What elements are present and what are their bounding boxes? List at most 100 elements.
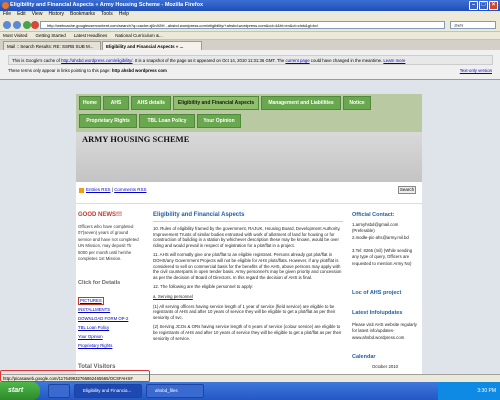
loc-ahs-title: Loc of AHS project [352,290,402,296]
taskbar: start Eligibility and Financia... ahsbd_… [0,382,500,400]
bookmark-national-curriculum[interactable]: National Curriculum &... [115,32,163,39]
nav-ahs-details[interactable]: AHS details [131,96,171,110]
cache-terms-label: These terms only appear in links pointin… [8,68,112,73]
status-highlight [0,370,150,382]
site-title: ARMY HOUSING SCHEME [82,134,190,144]
site-search-button[interactable]: Search [398,186,416,194]
site-navigation: Home AHS AHS details Eligibility and Fin… [76,94,422,132]
firefox-icon [2,2,9,9]
url-text: http://webcache.googleusercontent.com/se… [47,23,318,28]
article-body: 10. Rules of eligibility framed by the g… [153,226,345,345]
details-links: PICTURES INSTALLMENTS DOWNLOAD FORM OP-2… [78,296,144,350]
window-titlebar: Eligibility and Financial Aspects « Army… [0,0,500,11]
contact-email-2: 2.modłe-pic-ahs@army.mil.bd [352,235,409,240]
cache-notice: This is Google's cache of http://ahsbd.w… [8,55,493,65]
entries-rss-link[interactable]: Entries RSS [86,187,111,192]
back-icon[interactable] [3,21,11,29]
contact-phone: 3.Tel: 8266 (mil) (While sending any typ… [352,248,413,266]
menu-bookmarks[interactable]: Bookmarks [70,11,95,18]
page-viewport: Home AHS AHS details Eligibility and Fin… [0,80,500,374]
click-for-details-title: Click for Details [78,280,121,286]
calendar-month: October 2010 [371,364,399,369]
google-cache-header: This is Google's cache of http://ahsbd.w… [0,50,500,80]
navigation-toolbar: http://webcache.googleusercontent.com/se… [0,18,500,32]
tbl-loan-policy-link[interactable]: TBL Loan Policy [78,325,109,330]
page-heading: Eligibility and Financial Aspects [153,212,245,218]
text-only-link[interactable]: Text-only version [460,67,492,75]
system-tray: 3:30 PM [438,382,500,400]
nav-eligibility[interactable]: Eligibility and Financial Aspects [173,96,259,110]
tab-eligibility[interactable]: Eligibility and Financial Aspects « ... [102,41,202,50]
search-text: প্রভাষ [454,23,464,28]
latest-updates-title: Latest Info/updates [352,310,403,316]
good-news-text: Officers who have completed 07(seven) ye… [78,224,139,262]
minimize-button[interactable]: – [469,1,478,10]
search-box[interactable]: প্রভাষ [450,21,496,29]
latest-updates-text: Please visit AHS website regularly for l… [352,322,417,340]
menu-view[interactable]: View [32,11,43,18]
paragraph-10: 10. Rules of eligibility framed by the g… [153,226,341,248]
bookmarks-toolbar: Most Visited Getting Started Latest Head… [0,32,500,40]
paragraph-11: 11. AHS will normally give one plot/flat… [153,252,342,280]
address-bar[interactable]: http://webcache.googleusercontent.com/se… [40,21,445,29]
comments-rss-link[interactable]: Comments RSS [114,187,146,192]
taskbar-item-firefox[interactable]: Eligibility and Financia... [74,384,142,398]
nav-home[interactable]: Home [79,96,101,110]
site-container: Home AHS AHS details Eligibility and Fin… [76,94,422,374]
good-news-title: GOOD NEWS!!! [78,212,122,218]
calendar-title: Calendar [352,354,376,360]
window-title: Eligibility and Financial Aspects « Army… [10,2,204,8]
right-sidebar: Official Contact: 1.armyhsbd@gmail.com (… [350,204,420,374]
contact-email: 1.armyhsbd@gmail.com (Preferable) [352,222,399,234]
cache-terms: These terms only appear in links pointin… [8,67,167,75]
menu-file[interactable]: File [3,11,11,18]
forward-icon[interactable] [13,21,21,29]
installments-link[interactable]: INSTALLMENTS [78,307,110,312]
taskbar-item-folder-label: ahsbd_files [155,388,178,393]
cache-terms-value: http ahsbd wordpress com [111,68,167,73]
start-button[interactable]: start [0,382,40,400]
cache-text-3: could have changed in the meantime. [309,58,384,63]
nav-tbl-loan-policy[interactable]: TBL Loan Policy [139,114,195,128]
menu-edit[interactable]: Edit [17,11,26,18]
cache-page-link[interactable]: http://ahsbd.wordpress.com/eligibility/ [61,58,132,63]
current-page-link[interactable]: current page [285,58,309,63]
taskbar-item-folder[interactable]: ahsbd_files [146,384,204,398]
maximize-button[interactable]: □ [479,1,488,10]
nav-proprietary-rights[interactable]: Proprietary Rights [79,114,137,128]
nav-notice[interactable]: Notice [343,96,371,110]
main-content: Eligibility and Financial Aspects 10. Ru… [150,204,346,374]
feed-row: Entries RSS | Comments RSS Search [76,182,422,204]
nav-management[interactable]: Management and Liabilities [261,96,341,110]
window-controls: – □ × [469,1,498,10]
menu-help[interactable]: Help [119,11,129,18]
serving-personnel-heading: a. Serving personnel [153,293,193,299]
site-banner: ARMY HOUSING SCHEME [76,132,422,182]
bookmark-getting-started[interactable]: Getting Started [35,32,65,39]
paragraph-12: 12. The following are the eligible perso… [153,284,254,290]
heading-divider [153,221,343,222]
pictures-link[interactable]: PICTURES [78,297,104,305]
menu-history[interactable]: History [48,11,64,18]
bookmark-latest-headlines[interactable]: Latest Headlines [74,32,108,39]
tab-mail[interactable]: Mail :: Search Results: RE: SSRB SUB M..… [3,41,101,50]
paragraph-1: (1) All serving officers having service … [153,303,336,320]
bookmark-most-visited[interactable]: Most Visited [3,32,27,39]
menu-tools[interactable]: Tools [101,11,113,18]
close-button[interactable]: × [489,1,498,10]
left-sidebar: GOOD NEWS!!! Officers who have completed… [76,204,146,374]
learn-more-link[interactable]: Learn more [383,58,405,63]
stop-icon[interactable] [31,21,39,29]
tab-strip: Mail :: Search Results: RE: SSRB SUB M..… [0,40,500,50]
reload-icon[interactable] [23,21,31,29]
nav-your-opinion[interactable]: Your Opinion [197,114,241,128]
official-contact-title: Official Contact: [352,212,395,218]
proprietary-rights-link[interactable]: Proprietary Rights [78,343,112,348]
nav-ahs[interactable]: AHS [103,96,129,110]
taskbar-item-app[interactable] [48,384,70,398]
tab-eligibility-label: Eligibility and Financial Aspects « ... [106,44,184,49]
download-form-link[interactable]: DOWNLOAD FORM OP-2 [78,316,128,321]
clock: 3:30 PM [477,388,496,394]
your-opinion-link[interactable]: Your Opinion [78,334,103,339]
tab-mail-label: Mail :: Search Results: RE: SSRB SUB M..… [7,44,94,49]
